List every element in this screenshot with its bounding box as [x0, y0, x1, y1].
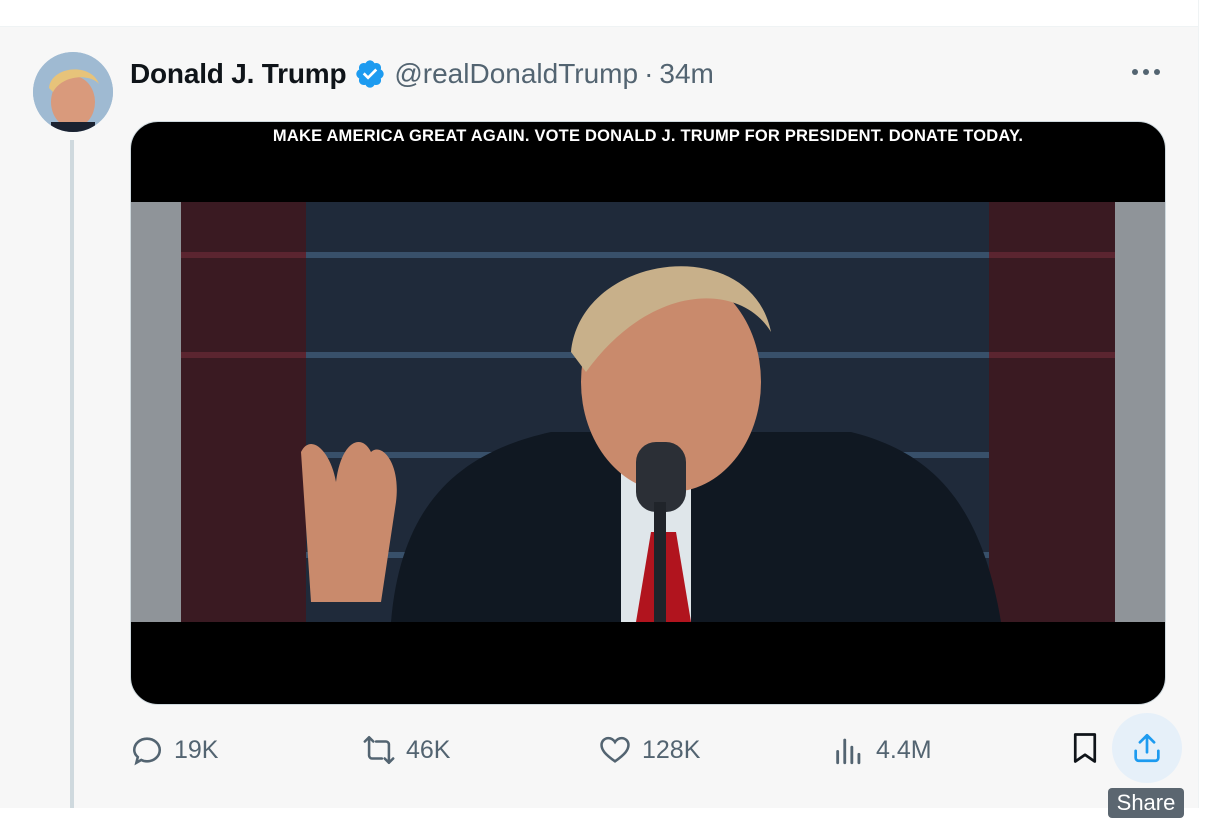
reply-button[interactable]: 19K [130, 730, 218, 770]
video-player[interactable]: MAKE AMERICA GREAT AGAIN. VOTE DONALD J.… [130, 121, 1166, 705]
post-header: Donald J. Trump @realDonaldTrump · 34m [130, 54, 714, 94]
video-frame [131, 202, 1165, 622]
bookmark-button[interactable] [1067, 730, 1103, 766]
analytics-icon [836, 738, 861, 765]
thread-line [70, 140, 74, 808]
right-gutter [1198, 0, 1212, 808]
reply-count: 19K [174, 735, 219, 764]
view-count: 4.4M [876, 735, 932, 764]
post-time[interactable]: 34m [659, 58, 713, 90]
repost-icon [363, 735, 395, 765]
more-options-icon[interactable] [1126, 58, 1166, 86]
reply-icon [132, 737, 162, 766]
video-caption: MAKE AMERICA GREAT AGAIN. VOTE DONALD J.… [272, 127, 1024, 145]
avatar-image [33, 52, 113, 132]
views-button[interactable]: 4.4M [832, 730, 932, 770]
bookmark-icon [1073, 733, 1097, 763]
share-icon [1134, 733, 1160, 763]
like-button[interactable]: 128K [598, 730, 700, 770]
share-tooltip: Share [1108, 788, 1184, 818]
share-button[interactable] [1112, 713, 1182, 783]
repost-count: 46K [406, 735, 451, 764]
verified-badge-icon[interactable] [354, 58, 386, 90]
repost-button[interactable]: 46K [362, 730, 450, 770]
author-handle[interactable]: @realDonaldTrump [394, 58, 638, 90]
previous-post-strip [0, 0, 1199, 27]
separator-dot: · [644, 58, 654, 89]
action-bar: 19K 46K 128K 4.4M [0, 720, 1198, 780]
avatar[interactable] [33, 52, 113, 132]
heart-icon [600, 736, 630, 763]
author-name[interactable]: Donald J. Trump [130, 58, 347, 90]
like-count: 128K [642, 735, 701, 764]
